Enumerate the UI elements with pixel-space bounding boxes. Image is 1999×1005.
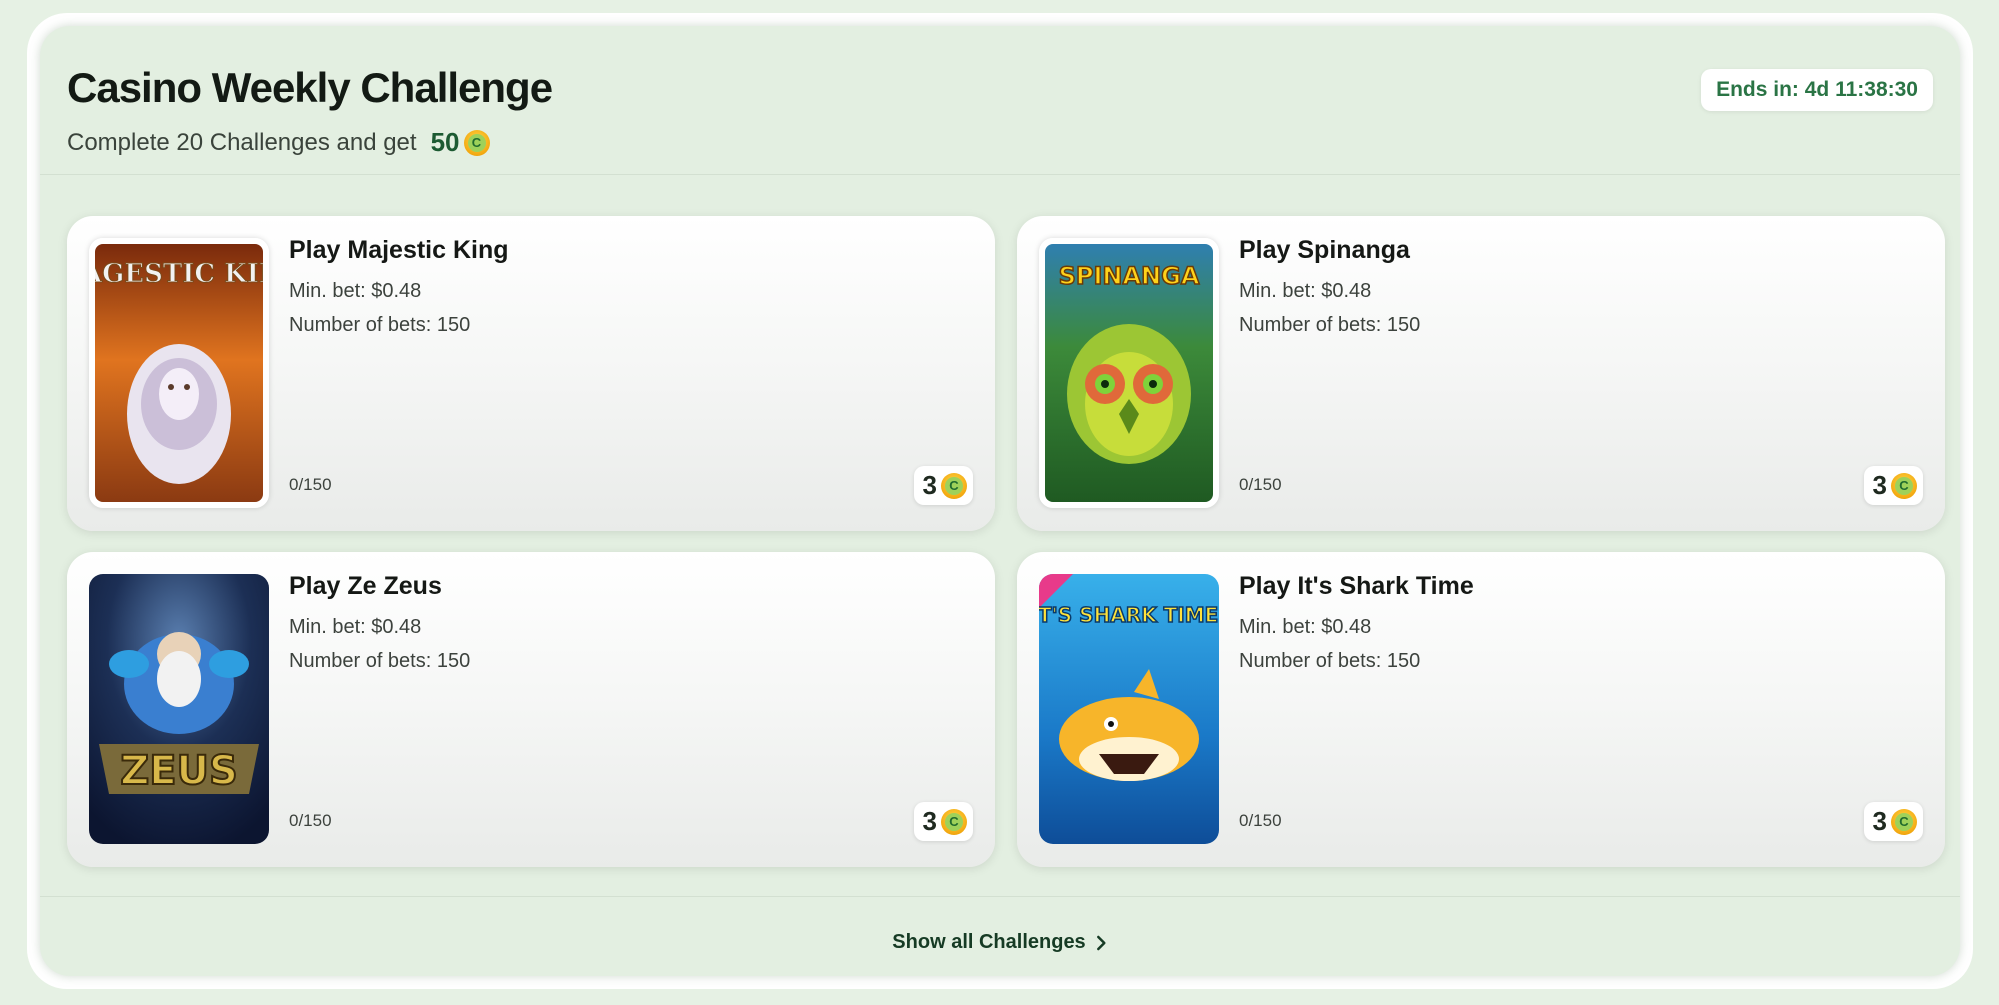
challenge-title[interactable]: Play It's Shark Time [1239, 572, 1474, 601]
game-thumbnail-spinanga[interactable]: SPINANGA [1039, 238, 1219, 508]
num-bets-text: Number of bets: 150 [289, 650, 471, 672]
reward-amount: 3 [922, 470, 937, 500]
reward-badge: 3 C [913, 466, 973, 505]
challenge-card-spinanga[interactable]: SPINANGA Play Spinanga Min. bet: $0.48 N… [1017, 216, 1945, 531]
reward-amount: 3 [922, 806, 937, 836]
progress-text: 0/150 [289, 475, 332, 494]
progress-text: 0/150 [1239, 811, 1282, 830]
svg-text:ZEUS: ZEUS [120, 748, 238, 794]
min-bet-text: Min. bet: $0.48 [1239, 280, 1372, 302]
reward-badge: 3 C [913, 802, 973, 841]
svg-text:MAGESTIC KING: MAGESTIC KING [95, 259, 263, 289]
game-thumbnail-its-shark-time[interactable]: IT'S SHARK TIME! [1039, 574, 1219, 844]
min-bet-text: Min. bet: $0.48 [1239, 616, 1372, 638]
svg-text:IT'S SHARK TIME!: IT'S SHARK TIME! [1039, 603, 1219, 627]
show-all-challenges-link[interactable]: Show all Challenges [892, 931, 1107, 954]
num-bets-text: Number of bets: 150 [1239, 650, 1421, 672]
challenge-title[interactable]: Play Majestic King [289, 236, 509, 265]
show-all-label[interactable]: Show all Challenges [892, 931, 1085, 954]
countdown-timer-badge: Ends in: 4d 11:38:30 [1701, 69, 1933, 111]
progress-text: 0/150 [289, 811, 332, 830]
reward-badge: 3 C [1863, 802, 1923, 841]
coin-icon: C [1891, 472, 1917, 499]
subtitle: Complete 20 Challenges and get 50 C [67, 127, 490, 158]
outer-frame: Casino Weekly Challenge Complete 20 Chal… [27, 13, 1973, 989]
reward-amount: 3 [1872, 470, 1887, 500]
challenge-card-its-shark-time[interactable]: IT'S SHARK TIME! Play It's Shark Time Mi… [1017, 552, 1945, 867]
num-bets-text: Number of bets: 150 [1239, 314, 1421, 336]
svg-text:SPINANGA: SPINANGA [1059, 262, 1200, 290]
coin-icon: C [941, 808, 967, 835]
total-reward: 50 C [431, 127, 490, 158]
coin-icon: C [463, 129, 490, 156]
chevron-right-icon [1097, 935, 1106, 950]
panel-footer: Show all Challenges [40, 896, 1960, 977]
challenge-title[interactable]: Play Ze Zeus [289, 572, 442, 601]
panel-header: Casino Weekly Challenge Complete 20 Chal… [40, 26, 1960, 175]
total-reward-amount: 50 [430, 127, 460, 157]
coin-icon: C [1891, 808, 1917, 835]
min-bet-text: Min. bet: $0.48 [289, 616, 422, 638]
challenge-title[interactable]: Play Spinanga [1239, 236, 1410, 265]
challenge-card-ze-zeus[interactable]: ZEUS Play Ze Zeus Min. bet: $0.48 Number… [67, 552, 995, 867]
progress-text: 0/150 [1239, 475, 1282, 494]
weekly-challenge-panel: Casino Weekly Challenge Complete 20 Chal… [40, 26, 1960, 976]
game-thumbnail-ze-zeus[interactable]: ZEUS [89, 574, 269, 844]
subtitle-text: Complete 20 Challenges and get [67, 128, 417, 156]
coin-icon: C [941, 472, 967, 499]
num-bets-text: Number of bets: 150 [289, 314, 471, 336]
game-thumbnail-majestic-king[interactable]: MAGESTIC KING [89, 238, 269, 508]
reward-amount: 3 [1872, 806, 1887, 836]
reward-badge: 3 C [1863, 466, 1923, 505]
challenge-card-majestic-king[interactable]: MAGESTIC KING Play Majestic King Min. be… [67, 216, 995, 531]
page-title: Casino Weekly Challenge [67, 64, 553, 111]
min-bet-text: Min. bet: $0.48 [289, 280, 422, 302]
